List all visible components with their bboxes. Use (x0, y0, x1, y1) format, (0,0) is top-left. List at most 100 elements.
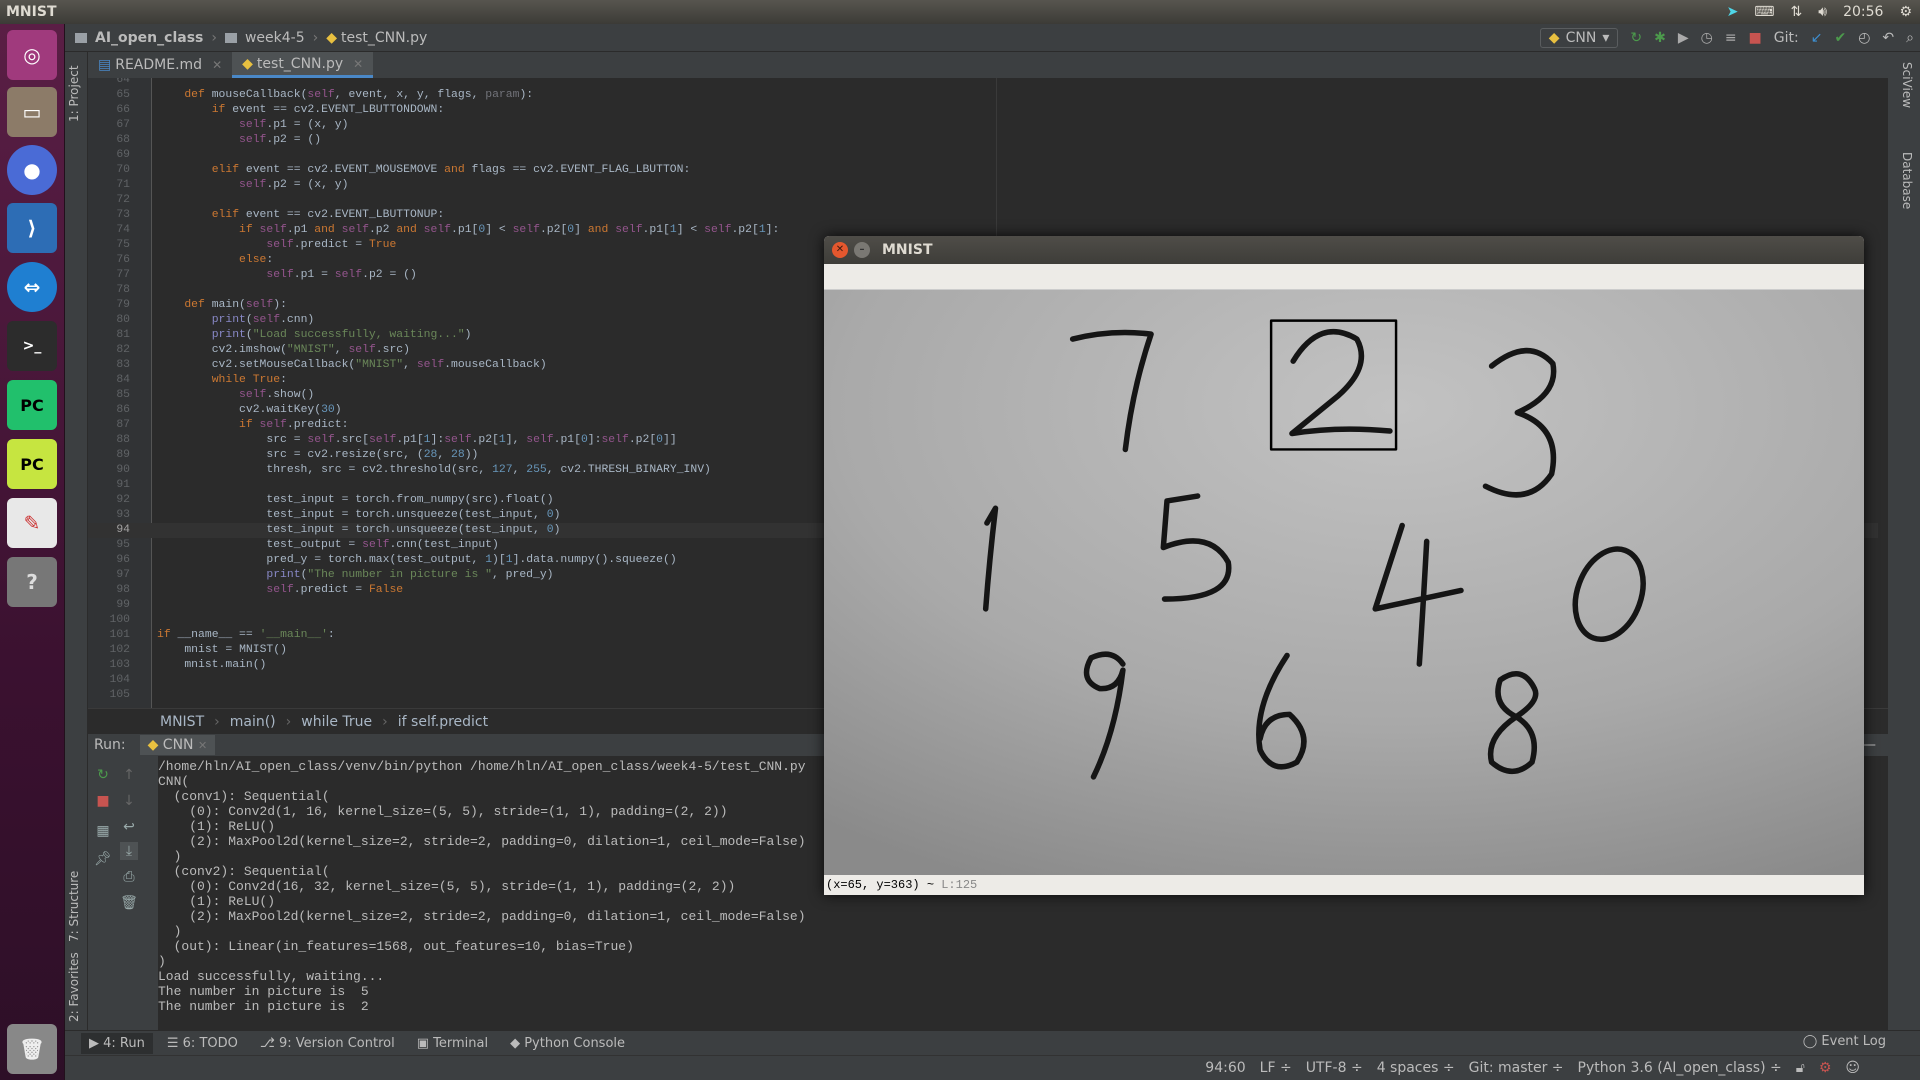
keyboard-icon[interactable]: ⌨ (1754, 4, 1774, 20)
code-token: test_input (423, 539, 493, 551)
code-line[interactable]: 64 (88, 78, 1878, 88)
ubuntu-dash-icon[interactable]: ◎ (7, 30, 57, 80)
code-line[interactable]: 72 (88, 193, 1878, 208)
console-line: The number in picture is 5 (158, 984, 369, 999)
breadcrumb-item[interactable]: main() (230, 714, 276, 730)
pin-icon[interactable]: 📌︎ (94, 850, 112, 868)
print-icon[interactable]: ⎙ (120, 868, 138, 886)
trash-icon[interactable]: 🗑︎ (120, 894, 138, 912)
vscode-icon[interactable]: ⟩ (7, 203, 57, 253)
files-icon[interactable]: ▭ (7, 87, 57, 137)
down-arrow-icon[interactable]: ↓ (120, 792, 138, 810)
minimize-window-icon[interactable]: – (854, 242, 870, 258)
code-line[interactable]: 66 if event == cv2.EVENT_LBUTTONDOWN: (88, 103, 1878, 118)
favorites-tool-button[interactable]: 2: Favorites (67, 952, 81, 1022)
cursor-position[interactable]: 94:60 (1205, 1060, 1245, 1076)
tab-test-cnn[interactable]: ◆ test_CNN.py ✕ (232, 52, 374, 78)
terminal-icon[interactable]: >_ (7, 321, 57, 371)
code-line[interactable]: 67 self.p1 = (x, y) (88, 118, 1878, 133)
code-token: cv2 (307, 449, 328, 461)
sciview-tool-button[interactable]: SciView (1900, 62, 1914, 108)
layout-icon[interactable]: ▦ (94, 822, 112, 840)
stop-icon[interactable]: ■ (94, 792, 112, 810)
git-branch[interactable]: Git: master ÷ (1469, 1060, 1564, 1076)
code-line[interactable]: 70 elif event == cv2.EVENT_MOUSEMOVE and… (88, 163, 1878, 178)
power-gear-icon[interactable]: ⚙ (1899, 4, 1912, 20)
close-icon[interactable]: ✕ (212, 58, 222, 72)
tool-tab-python-console[interactable]: ◆ Python Console (502, 1033, 633, 1054)
coverage-icon[interactable]: ▶ (1678, 30, 1689, 46)
network-icon[interactable]: ⇅ (1791, 4, 1803, 20)
crumb-folder[interactable]: week4-5 (245, 30, 305, 46)
close-icon[interactable]: ✕ (353, 57, 363, 71)
event-log-button[interactable]: ◯ Event Log (1803, 1034, 1886, 1049)
trash-icon[interactable]: 🗑︎ (7, 1024, 57, 1074)
file-encoding[interactable]: UTF-8 ÷ (1306, 1060, 1363, 1076)
line-number: 68 (116, 134, 130, 146)
tab-readme[interactable]: ▤ README.md ✕ (88, 52, 232, 78)
up-arrow-icon[interactable]: ↑ (120, 766, 138, 784)
close-window-icon[interactable]: ✕ (832, 242, 848, 258)
stop-icon[interactable]: ■ (1749, 30, 1762, 46)
line-separator[interactable]: LF ÷ (1260, 1060, 1292, 1076)
run-tab-cnn[interactable]: ◆ CNN ✕ (139, 735, 216, 755)
volume-icon[interactable]: 🔊︎ (1818, 4, 1827, 20)
breadcrumb-item[interactable]: MNIST (160, 714, 204, 730)
code-token: def (184, 89, 205, 101)
chrome-icon[interactable]: ● (7, 145, 57, 195)
close-icon[interactable]: ✕ (198, 739, 207, 752)
rerun-icon[interactable]: ↻ (1630, 30, 1642, 46)
tool-tab-todo[interactable]: ☰ 6: TODO (159, 1033, 246, 1054)
pycharm-icon[interactable]: PC (7, 380, 57, 430)
code-token: True (252, 374, 281, 386)
line-number: 69 (116, 149, 130, 161)
inspection-icon[interactable]: ⚙ (1819, 1060, 1832, 1076)
code-token: , (403, 359, 410, 371)
code-token: cv2 (307, 164, 328, 176)
minimize-icon[interactable]: — (1862, 737, 1876, 753)
document-viewer-icon[interactable]: ✎ (7, 498, 57, 548)
search-icon[interactable]: ⌕ (1906, 30, 1914, 46)
teamviewer-icon[interactable]: ⇔ (7, 262, 57, 312)
telegram-icon[interactable]: ➤ (1727, 4, 1739, 20)
crumb-project[interactable]: AI_open_class (95, 30, 203, 46)
indent-setting[interactable]: 4 spaces ÷ (1377, 1060, 1455, 1076)
rerun-icon[interactable]: ↻ (94, 766, 112, 784)
help-icon[interactable]: ? (7, 557, 57, 607)
structure-tool-button[interactable]: 7: Structure (67, 871, 81, 942)
git-history-icon[interactable]: ◴ (1858, 30, 1870, 46)
code-line[interactable]: 68 self.p2 = () (88, 133, 1878, 148)
code-line[interactable]: 73 elif event == cv2.EVENT_LBUTTONUP: (88, 208, 1878, 223)
mnist-canvas-image[interactable] (824, 290, 1864, 875)
git-update-icon[interactable]: ↙ (1811, 30, 1823, 46)
clock[interactable]: 20:56 (1843, 4, 1883, 20)
tool-tab-run[interactable]: ▶ 4: Run (81, 1032, 153, 1054)
lock-icon[interactable]: 🔓︎ (1796, 1060, 1805, 1076)
tool-tab-version-control[interactable]: ⎇ 9: Version Control (252, 1033, 403, 1054)
hector-icon[interactable]: ☺ (1845, 1060, 1860, 1076)
code-line[interactable]: 65 def mouseCallback(self, event, x, y, … (88, 88, 1878, 103)
crumb-file[interactable]: test_CNN.py (341, 30, 427, 46)
code-line[interactable]: 69 (88, 148, 1878, 163)
profile-icon[interactable]: ◷ (1701, 30, 1713, 46)
database-tool-button[interactable]: Database (1900, 152, 1914, 209)
python-interpreter[interactable]: Python 3.6 (AI_open_class) ÷ (1578, 1060, 1782, 1076)
code-token: 1 (505, 554, 513, 566)
debug-icon[interactable]: ✱ (1654, 30, 1666, 46)
project-tool-button[interactable]: 1: Project (67, 65, 81, 122)
mnist-titlebar[interactable]: ✕ – MNIST (824, 236, 1864, 264)
concurrency-icon[interactable]: ≡ (1725, 30, 1737, 46)
tool-tab-terminal[interactable]: ▣ Terminal (409, 1033, 496, 1054)
breadcrumb-item[interactable]: if self.predict (398, 714, 488, 730)
pycharm-icon-2[interactable]: PC (7, 439, 57, 489)
soft-wrap-icon[interactable]: ↩ (120, 818, 138, 836)
git-commit-icon[interactable]: ✔ (1834, 30, 1846, 46)
code-line[interactable]: 71 self.p2 = (x, y) (88, 178, 1878, 193)
run-config-select[interactable]: ◆ CNN ▾ (1539, 28, 1619, 48)
breadcrumb-item[interactable]: while True (301, 714, 372, 730)
git-revert-icon[interactable]: ↶ (1882, 30, 1894, 46)
scroll-to-end-icon[interactable]: ⤓ (120, 842, 138, 860)
